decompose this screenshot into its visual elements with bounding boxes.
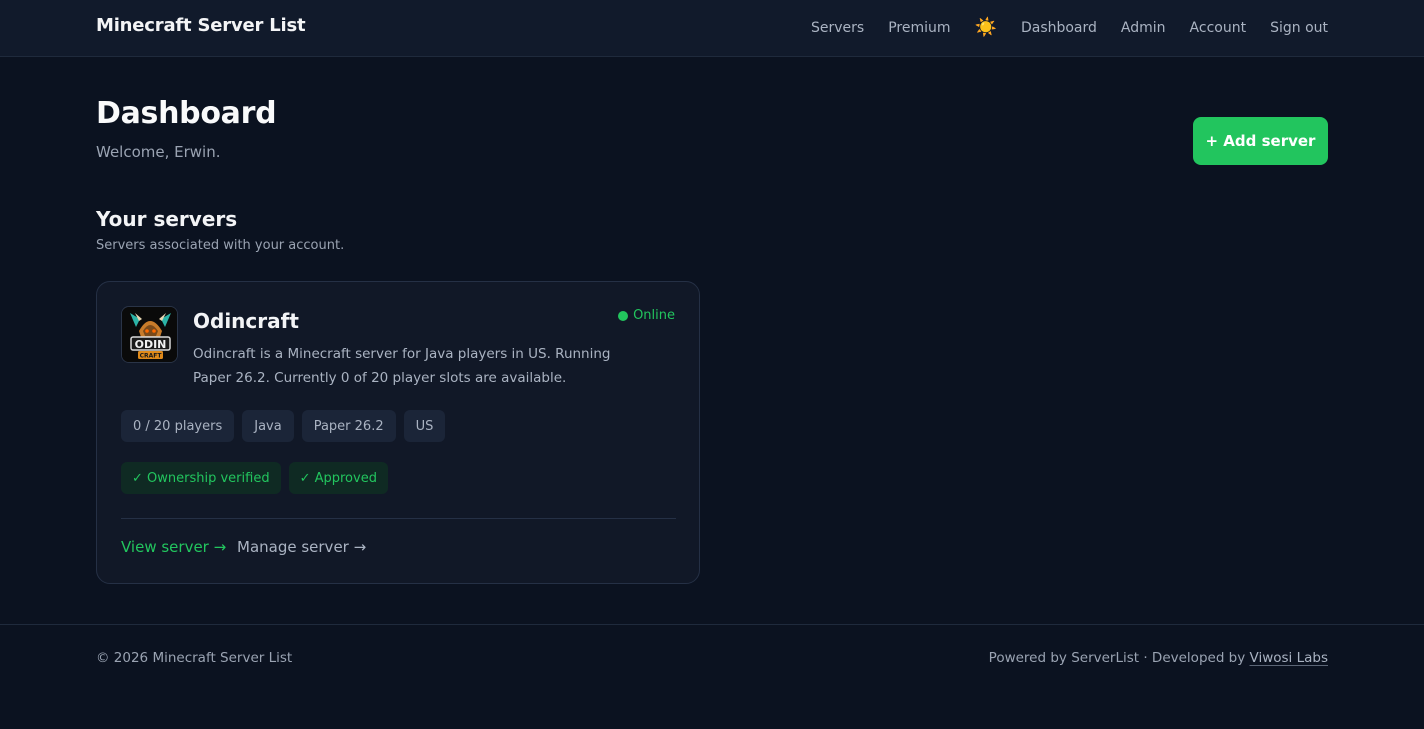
add-server-button[interactable]: + Add server (1193, 117, 1328, 165)
main-nav: Servers Premium ☀️ Dashboard Admin Accou… (811, 0, 1328, 56)
server-logo-image: ODIN CRAFT (122, 307, 177, 362)
section-subtitle: Servers associated with your account. (96, 238, 345, 253)
server-name[interactable]: Odincraft (193, 309, 299, 333)
svg-text:ODIN: ODIN (135, 338, 167, 351)
server-logo: ODIN CRAFT (121, 306, 178, 363)
nav-servers[interactable]: Servers (811, 20, 864, 36)
manage-server-link[interactable]: Manage server → (237, 538, 366, 556)
view-server-link[interactable]: View server → (121, 538, 226, 556)
status-dot-icon (618, 310, 629, 321)
server-badges: ✓ Ownership verified ✓ Approved (121, 462, 388, 494)
developer-link[interactable]: Viwosi Labs (1250, 650, 1328, 666)
nav-dashboard[interactable]: Dashboard (1021, 20, 1097, 36)
sun-icon[interactable]: ☀️ (975, 19, 997, 37)
nav-sign-out[interactable]: Sign out (1270, 20, 1328, 36)
section-title: Your servers (96, 207, 238, 231)
nav-admin[interactable]: Admin (1121, 20, 1166, 36)
server-card: ODIN CRAFT Odincraft Online Odincraft is… (96, 281, 700, 584)
welcome-message: Welcome, Erwin. (96, 143, 221, 161)
brand-logo-text[interactable]: Minecraft Server List (96, 15, 306, 36)
status-badge: Online (618, 308, 675, 323)
svg-text:CRAFT: CRAFT (140, 353, 163, 360)
footer-copyright: © 2026 Minecraft Server List (96, 650, 293, 666)
top-navbar: Minecraft Server List Servers Premium ☀️… (0, 0, 1424, 57)
card-divider (121, 518, 676, 519)
footer-divider (0, 624, 1424, 625)
badge-approved: ✓ Approved (288, 462, 388, 494)
nav-account[interactable]: Account (1190, 20, 1247, 36)
tag-players: 0 / 20 players (121, 410, 235, 442)
tag-software: Paper 26.2 (301, 410, 396, 442)
badge-ownership-verified: ✓ Ownership verified (121, 462, 281, 494)
status-text: Online (633, 308, 675, 323)
footer-credits: Powered by ServerList · Developed by Viw… (989, 650, 1328, 666)
footer-powered-by: Powered by ServerList · Developed by (988, 650, 1250, 666)
server-tags: 0 / 20 players Java Paper 26.2 US (121, 410, 446, 442)
nav-premium[interactable]: Premium (888, 20, 950, 36)
page-title: Dashboard (96, 96, 277, 131)
tag-region: US (403, 410, 446, 442)
tag-edition: Java (242, 410, 294, 442)
server-description: Odincraft is a Minecraft server for Java… (193, 346, 611, 386)
